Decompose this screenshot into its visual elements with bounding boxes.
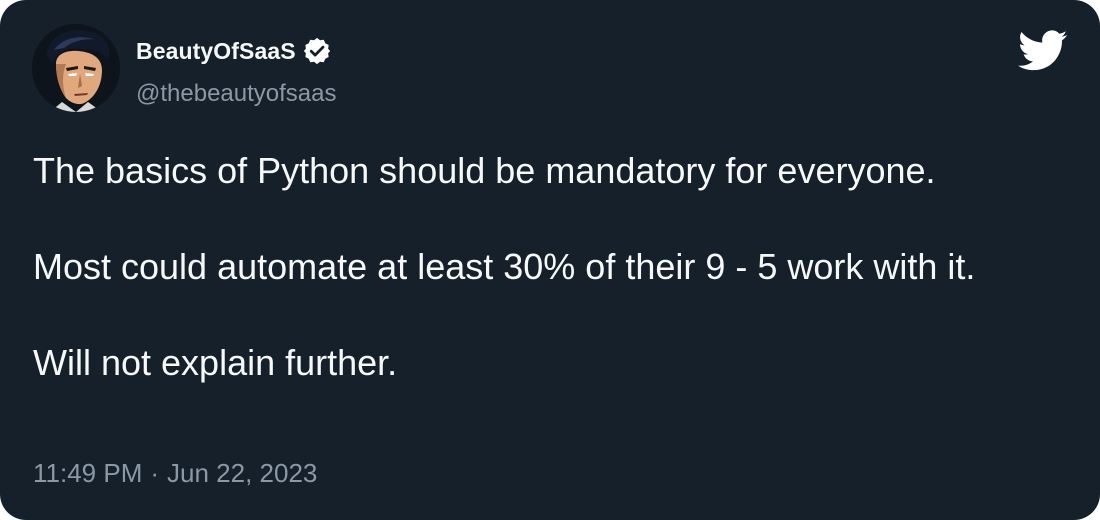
author-display-name[interactable]: BeautyOfSaaS: [136, 38, 296, 65]
tweet-text: The basics of Python should be mandatory…: [33, 147, 1073, 387]
tweet-date[interactable]: Jun 22, 2023: [167, 458, 317, 489]
author-handle[interactable]: @thebeautyofsaas: [136, 80, 337, 108]
tweet-card: BeautyOfSaaS @thebeautyofsaas The basics…: [0, 0, 1100, 520]
tweet-paragraph: The basics of Python should be mandatory…: [33, 150, 936, 191]
verified-badge-icon: [302, 36, 332, 66]
avatar[interactable]: [32, 24, 120, 112]
author-name-row[interactable]: BeautyOfSaaS: [136, 36, 332, 66]
comic-portrait-avatar-icon: [32, 24, 120, 112]
tweet-timestamp[interactable]: 11:49 PM · Jun 22, 2023: [33, 458, 317, 489]
meta-separator: ·: [150, 458, 160, 488]
tweet-paragraph: Will not explain further.: [33, 342, 398, 383]
tweet-time[interactable]: 11:49 PM: [33, 458, 142, 489]
twitter-bird-icon[interactable]: [1018, 30, 1068, 72]
tweet-paragraph: Most could automate at least 30% of thei…: [33, 246, 976, 287]
